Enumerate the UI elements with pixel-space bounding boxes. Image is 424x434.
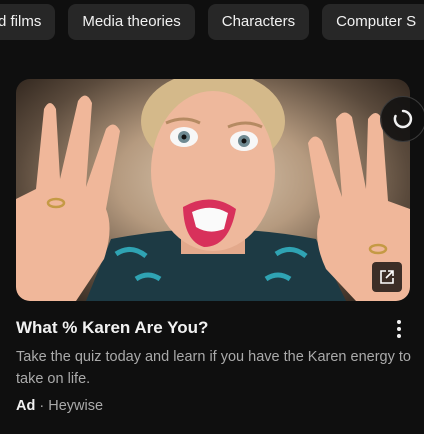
ad-description: Take the quiz today and learn if you hav… — [16, 349, 411, 387]
filter-chips-bar: d films Media theories Characters Comput… — [0, 4, 424, 40]
loading-spinner-icon — [380, 96, 424, 142]
feed-page: d films Media theories Characters Comput… — [0, 0, 424, 434]
open-external-icon[interactable] — [372, 262, 402, 292]
ad-badge: Ad — [16, 398, 36, 414]
ad-title[interactable]: What % Karen Are You? — [16, 318, 208, 338]
advertiser-name[interactable]: Heywise — [48, 398, 103, 414]
chip-computer-s[interactable]: Computer S — [322, 4, 424, 40]
chip-characters[interactable]: Characters — [207, 4, 310, 40]
chip-d-films[interactable]: d films — [0, 4, 56, 40]
more-vert-icon[interactable] — [389, 317, 409, 341]
ad-thumbnail-image — [16, 79, 410, 301]
ad-thumbnail[interactable] — [16, 79, 410, 301]
meta-separator: · — [39, 398, 45, 414]
chip-media-theories[interactable]: Media theories — [68, 4, 195, 40]
ad-meta: Ad · Heywise — [16, 398, 103, 414]
